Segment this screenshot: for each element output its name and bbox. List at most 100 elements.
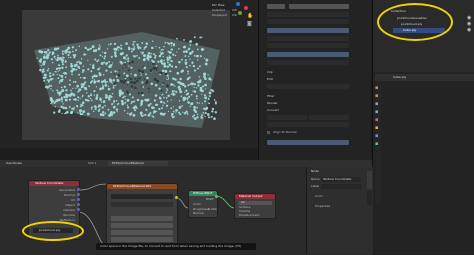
- section-render[interactable]: Render: [267, 101, 278, 105]
- camera-icon[interactable]: ◙: [247, 22, 252, 27]
- point: [211, 107, 215, 111]
- node-dropdown[interactable]: [111, 237, 173, 242]
- prop-button[interactable]: [267, 28, 349, 33]
- gizmo-y-axis[interactable]: [238, 11, 242, 15]
- point: [143, 78, 146, 80]
- point: [200, 93, 203, 96]
- point: [196, 101, 199, 104]
- socket-label: Normal: [193, 211, 204, 215]
- point: [126, 106, 130, 109]
- point: [65, 73, 68, 75]
- sidebar-tab[interactable]: [367, 171, 372, 189]
- modifier-icon[interactable]: ▪: [375, 134, 378, 139]
- object-icon[interactable]: ▪: [375, 126, 378, 131]
- output-icon[interactable]: ▪: [375, 102, 378, 107]
- prop-field[interactable]: [267, 115, 307, 120]
- point: [111, 82, 113, 84]
- prop-field[interactable]: [289, 4, 349, 9]
- socket[interactable]: [77, 203, 80, 206]
- prop-field[interactable]: [267, 12, 349, 17]
- point: [165, 97, 168, 99]
- sidebar-section-node[interactable]: Node: [311, 170, 319, 173]
- section-clip[interactable]: Clip: [267, 70, 273, 74]
- point: [58, 74, 61, 77]
- prop-button[interactable]: [267, 140, 349, 145]
- node-field[interactable]: [111, 202, 173, 207]
- world-icon[interactable]: ▪: [375, 118, 378, 123]
- point: [142, 85, 145, 88]
- socket[interactable]: [77, 198, 80, 201]
- point: [110, 63, 113, 66]
- point: [107, 85, 109, 87]
- prop-field[interactable]: [267, 19, 349, 24]
- eye-icon[interactable]: ◉: [467, 28, 471, 33]
- tool-icon[interactable]: ▪: [375, 86, 378, 91]
- point: [46, 69, 49, 72]
- point: [176, 71, 180, 75]
- name-value: Texture Coordinate: [323, 177, 352, 181]
- material-icon[interactable]: ▪: [375, 142, 378, 147]
- point: [39, 68, 42, 72]
- point: [59, 79, 63, 83]
- section-edit[interactable]: Edit: [267, 77, 273, 81]
- point: [175, 90, 178, 93]
- prop-field[interactable]: [267, 36, 349, 41]
- align-checkbox[interactable]: [267, 131, 270, 134]
- socket[interactable]: [215, 195, 218, 198]
- socket[interactable]: [77, 193, 80, 196]
- point: [176, 81, 179, 83]
- point: [85, 47, 88, 50]
- image-field[interactable]: [111, 194, 173, 199]
- prop-button[interactable]: [267, 52, 349, 57]
- point: [43, 60, 46, 64]
- prop-field[interactable]: [267, 43, 349, 48]
- node-dropdown[interactable]: [111, 216, 173, 221]
- prop-field[interactable]: [267, 60, 349, 65]
- gizmo-z-axis[interactable]: [236, 2, 240, 6]
- prop-field[interactable]: [267, 4, 285, 9]
- hand-icon[interactable]: ✋: [247, 14, 253, 19]
- prop-field[interactable]: [267, 122, 349, 127]
- prop-field[interactable]: [267, 84, 349, 89]
- roughness-value[interactable]: 0.000: [208, 208, 217, 211]
- align-to-normal-label[interactable]: Align To Normal: [273, 131, 296, 134]
- point: [46, 53, 50, 57]
- point: [193, 114, 196, 117]
- point: [103, 51, 107, 55]
- color-section[interactable]: Color: [315, 195, 323, 198]
- label-input[interactable]: [321, 184, 361, 189]
- render-icon[interactable]: ▪: [375, 94, 378, 99]
- point: [127, 60, 130, 63]
- point: [195, 42, 198, 46]
- gizmo-x-axis[interactable]: [244, 6, 248, 10]
- point: [100, 101, 103, 103]
- socket[interactable]: [175, 196, 178, 199]
- socket[interactable]: [77, 188, 80, 191]
- point: [130, 47, 132, 50]
- node-pointcloud-material[interactable]: PCPointcloudMaterial.001: [106, 183, 178, 247]
- point: [188, 40, 192, 43]
- point: [166, 58, 169, 60]
- point: [170, 83, 174, 86]
- object-name[interactable]: Cube.ply: [393, 76, 406, 79]
- node-dropdown[interactable]: [111, 230, 173, 235]
- node-dropdown[interactable]: [111, 223, 173, 228]
- pointcloud-properties-panel: Clip Edit Filter Render Convert Align To…: [258, 0, 371, 160]
- 3d-viewport[interactable]: PLY Files Selected 0/6 Displayed 0/6 ✋ ◙: [0, 0, 258, 148]
- point: [196, 48, 199, 51]
- node-diffuse-bsdf[interactable]: Diffuse BSDF BSDF Color Roughness 0.000 …: [188, 190, 218, 218]
- node-material-output[interactable]: Material Output All Surface Volume Displ…: [234, 193, 276, 219]
- point: [211, 115, 213, 118]
- point: [197, 84, 200, 87]
- point: [61, 50, 64, 53]
- properties-section[interactable]: Properties: [315, 205, 330, 208]
- section-convert[interactable]: Convert: [267, 108, 279, 112]
- section-filter[interactable]: Filter: [267, 94, 274, 98]
- socket[interactable]: [77, 208, 80, 211]
- prop-field[interactable]: [309, 115, 349, 120]
- scene-icon[interactable]: ▪: [375, 110, 378, 115]
- point: [83, 53, 86, 56]
- point: [98, 108, 101, 111]
- sidebar-tab[interactable]: [367, 191, 372, 205]
- point: [72, 81, 75, 83]
